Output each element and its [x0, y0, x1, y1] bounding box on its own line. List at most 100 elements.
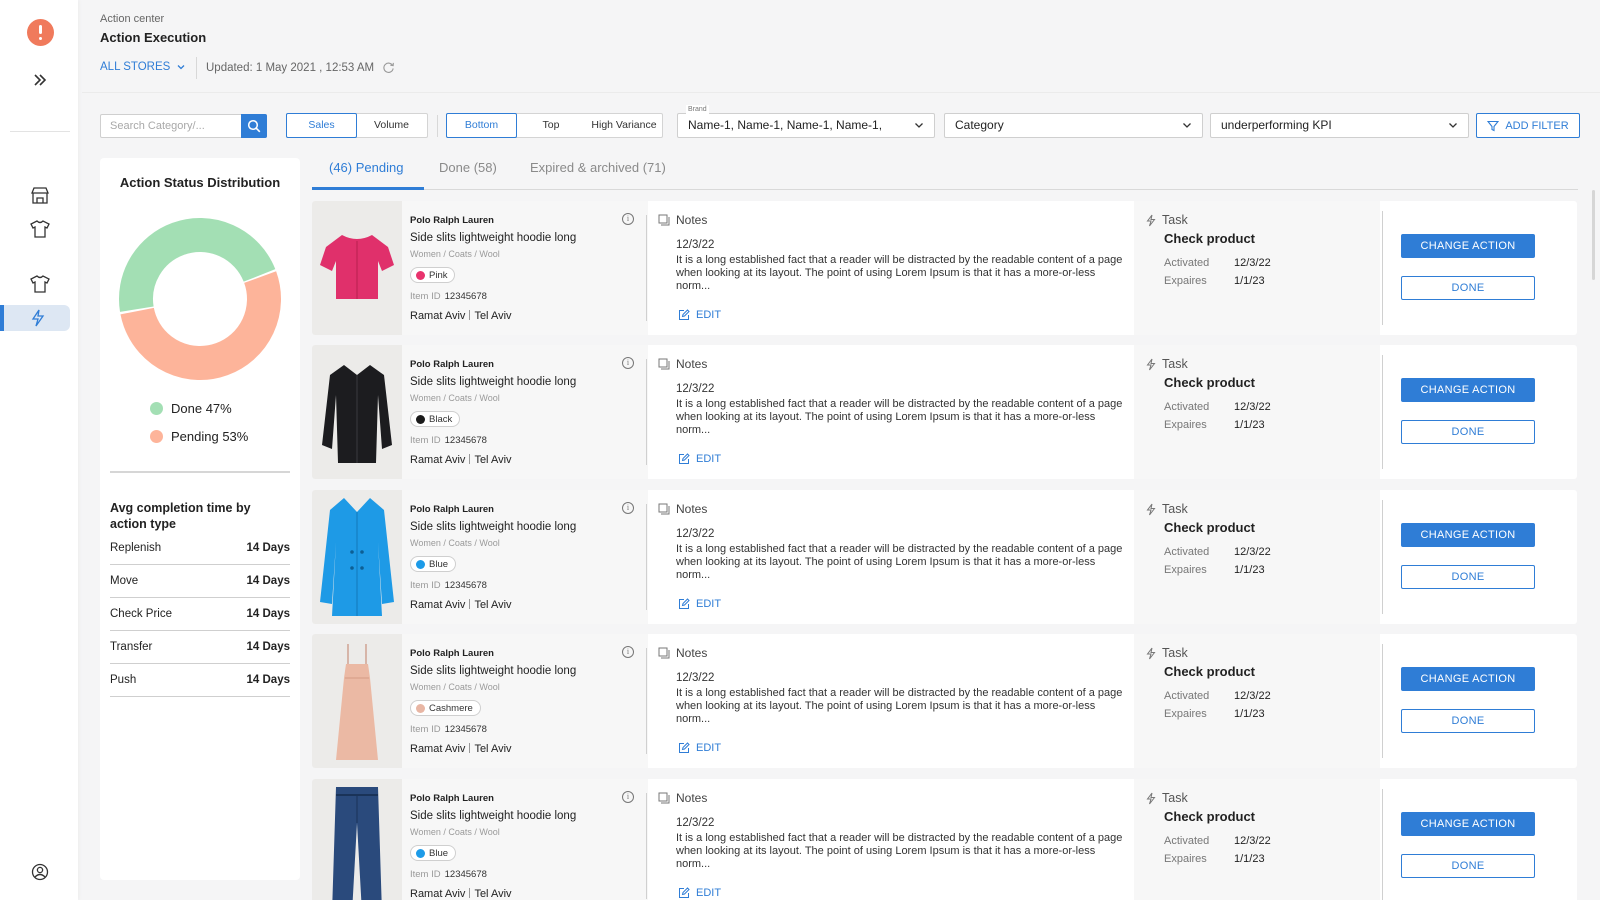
product-category: Women / Coats / Wool: [410, 393, 500, 403]
edit-note-button[interactable]: EDIT: [678, 598, 721, 610]
avg-row-value: 14 Days: [246, 641, 290, 653]
refresh-icon[interactable]: [382, 61, 395, 74]
note-text: It is a long established fact that a rea…: [676, 398, 1123, 436]
card-divider: [646, 793, 647, 899]
tab-pending[interactable]: (46) Pending: [329, 160, 403, 175]
toggle-top[interactable]: Top: [516, 114, 586, 137]
product-brand: Polo Ralph Lauren: [410, 793, 494, 804]
product-brand: Polo Ralph Lauren: [410, 504, 494, 515]
product-image: [312, 201, 402, 335]
change-action-button[interactable]: CHANGE ACTION: [1401, 667, 1535, 691]
city-name: Tel Aviv: [474, 743, 512, 755]
updated-text: Updated: 1 May 2021 , 12:53 AM: [206, 61, 375, 74]
shirt-icon[interactable]: [28, 217, 52, 241]
change-action-button[interactable]: CHANGE ACTION: [1401, 523, 1535, 547]
scrollbar[interactable]: [1592, 190, 1595, 280]
task-header: Task: [1146, 502, 1188, 516]
info-icon[interactable]: i: [622, 502, 634, 514]
action-card: Polo Ralph Lauren i Side slits lightweig…: [312, 345, 1577, 479]
status-donut-chart: [119, 218, 281, 380]
lightning-icon[interactable]: [26, 306, 50, 330]
change-action-button[interactable]: CHANGE ACTION: [1401, 234, 1535, 258]
task-name: Check product: [1164, 231, 1256, 246]
item-id: Item ID 12345678: [410, 869, 487, 880]
chevron-down-icon: [1183, 123, 1191, 128]
expires-label: Expaires: [1164, 419, 1207, 431]
done-button[interactable]: DONE: [1401, 420, 1535, 444]
done-button[interactable]: DONE: [1401, 709, 1535, 733]
lightning-icon: [1146, 358, 1156, 370]
item-id-label: Item ID: [410, 869, 441, 880]
item-id-label: Item ID: [410, 291, 441, 302]
done-button[interactable]: DONE: [1401, 276, 1535, 300]
shirt-icon[interactable]: [28, 272, 52, 296]
toggle-volume[interactable]: Volume: [356, 114, 427, 137]
info-icon[interactable]: i: [622, 646, 634, 658]
search-button[interactable]: [241, 114, 267, 138]
tab-expired-archived[interactable]: Expired & archived (71): [530, 160, 666, 175]
avg-row: Move 14 Days: [110, 565, 290, 598]
edit-note-button[interactable]: EDIT: [678, 309, 721, 321]
color-swatch: [416, 848, 425, 858]
action-card: Polo Ralph Lauren i Side slits lightweig…: [312, 201, 1577, 335]
pink-shirt-icon: [320, 235, 394, 299]
item-id-value: 12345678: [444, 291, 487, 302]
category-select[interactable]: Category: [944, 113, 1203, 138]
store-icon[interactable]: [28, 184, 52, 208]
user-circle-icon[interactable]: [28, 860, 52, 884]
done-button[interactable]: DONE: [1401, 854, 1535, 878]
tab-done[interactable]: Done (58): [439, 160, 497, 175]
toggle-high-variance[interactable]: High Variance: [586, 114, 662, 137]
change-action-button[interactable]: CHANGE ACTION: [1401, 378, 1535, 402]
expires-label: Expaires: [1164, 853, 1207, 865]
notes-header: Notes: [658, 357, 707, 371]
item-id-value: 12345678: [444, 724, 487, 735]
expires-date: 1/1/23: [1234, 275, 1265, 287]
product-name: Side slits lightweight hoodie long: [410, 232, 577, 244]
task-header: Task: [1146, 646, 1188, 660]
card-divider: [1382, 500, 1383, 614]
avg-row-value: 14 Days: [246, 575, 290, 587]
product-brand: Polo Ralph Lauren: [410, 648, 494, 659]
add-filter-button[interactable]: ADD FILTER: [1476, 113, 1580, 138]
chevron-down-icon: [177, 65, 185, 70]
avg-row-value: 14 Days: [246, 608, 290, 620]
product-brand: Polo Ralph Lauren: [410, 215, 494, 226]
info-icon[interactable]: i: [622, 791, 634, 803]
expires-row: Expaires 1/1/23: [1164, 853, 1265, 865]
brand-select[interactable]: Brand Name-1, Name-1, Name-1, Name-1,: [677, 105, 935, 138]
product-name: Side slits lightweight hoodie long: [410, 665, 577, 677]
toggle-sales[interactable]: Sales: [286, 113, 357, 138]
done-button[interactable]: DONE: [1401, 565, 1535, 589]
edit-icon: [679, 742, 690, 753]
color-swatch: [416, 270, 425, 280]
notes-icon: [658, 792, 670, 804]
expires-date: 1/1/23: [1234, 853, 1265, 865]
item-id-value: 12345678: [444, 580, 487, 591]
info-icon[interactable]: i: [622, 213, 634, 225]
task-label: Task: [1162, 213, 1188, 227]
store-name: Ramat Aviv: [410, 599, 466, 611]
kpi-select[interactable]: underperforming KPI: [1210, 113, 1469, 138]
legend-done-label: Done 47%: [171, 401, 232, 416]
edit-note-button[interactable]: EDIT: [678, 742, 721, 754]
toggle-bottom[interactable]: Bottom: [446, 113, 517, 138]
page-title: Action Execution: [100, 30, 207, 45]
status-panel: Action Status Distribution Done 47% Pend…: [100, 158, 300, 880]
change-action-button[interactable]: CHANGE ACTION: [1401, 812, 1535, 836]
activated-date: 12/3/22: [1234, 690, 1271, 702]
double-chevron-right-icon[interactable]: [32, 72, 48, 93]
edit-note-button[interactable]: EDIT: [678, 887, 721, 899]
activated-label: Activated: [1164, 401, 1210, 413]
stores-dropdown[interactable]: ALL STORES: [100, 61, 186, 73]
search-icon: [247, 119, 261, 133]
note-date: 12/3/22: [676, 528, 715, 540]
edit-note-button[interactable]: EDIT: [678, 453, 721, 465]
alert-logo-icon[interactable]: [27, 19, 54, 46]
product-image: [312, 779, 402, 900]
breadcrumb[interactable]: Action center: [100, 13, 164, 25]
color-chip: Cashmere: [410, 700, 481, 716]
search-input[interactable]: [101, 115, 241, 137]
info-icon[interactable]: i: [622, 357, 634, 369]
product-image: [312, 490, 402, 624]
